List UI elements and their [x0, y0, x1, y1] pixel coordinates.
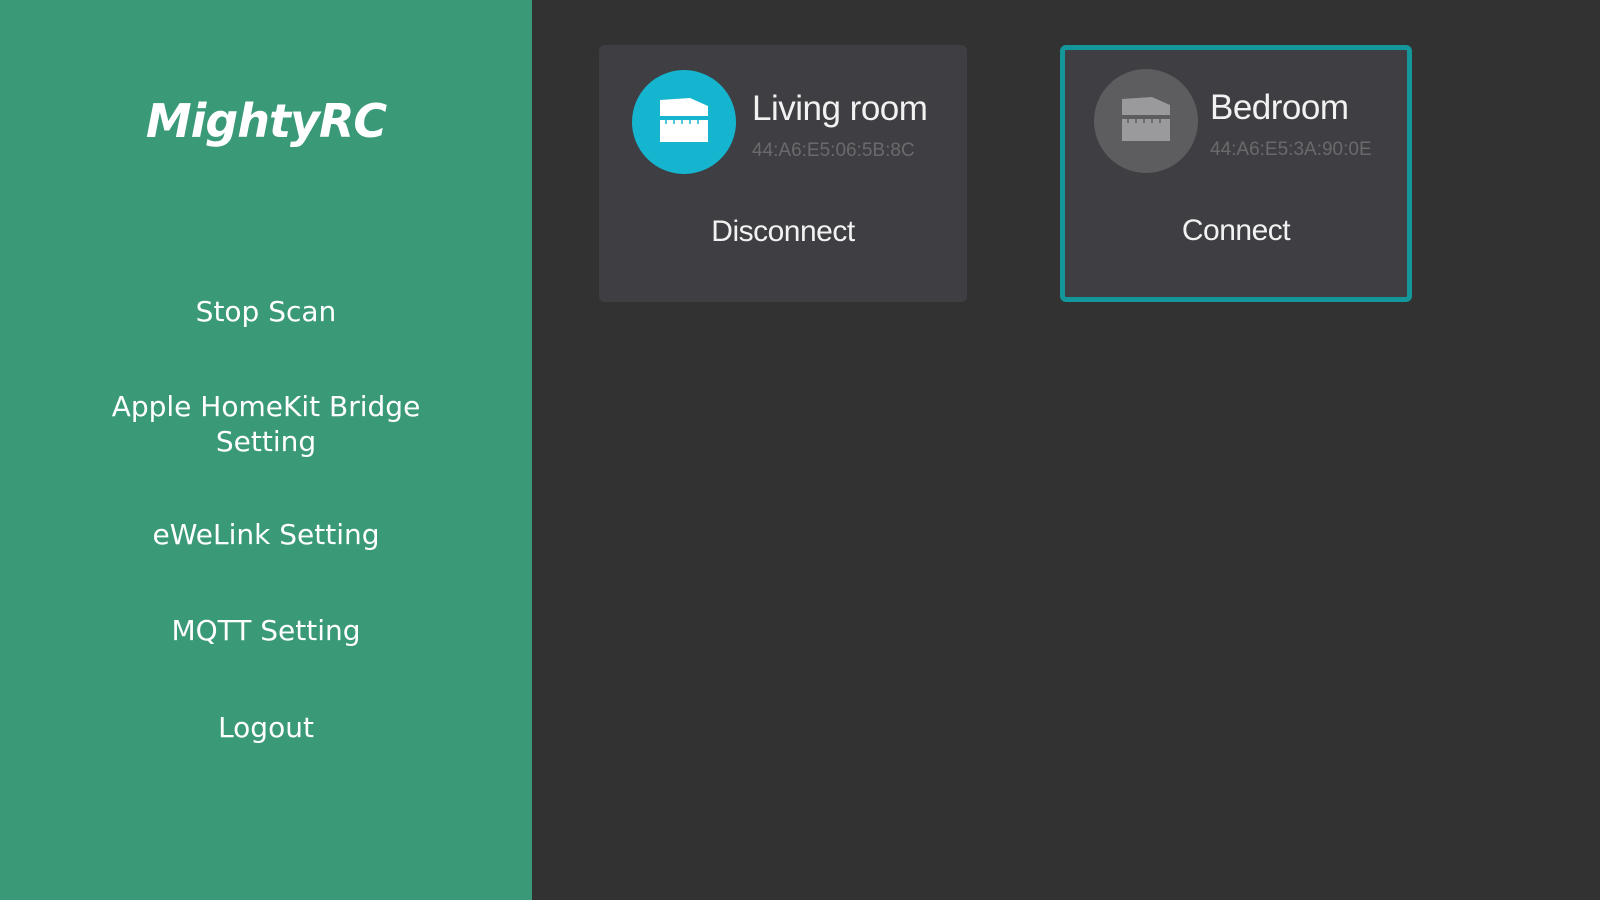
device-mac-address: 44:A6:E5:06:5B:8C	[752, 140, 915, 161]
homekit-bridge-setting-button[interactable]: Apple HomeKit Bridge Setting	[0, 389, 532, 459]
homekit-label-line1: Apple HomeKit Bridge	[111, 390, 421, 423]
mqtt-setting-button[interactable]: MQTT Setting	[0, 613, 532, 648]
logout-button[interactable]: Logout	[0, 710, 532, 745]
disconnect-button[interactable]: Disconnect	[599, 215, 967, 249]
ewelink-setting-button[interactable]: eWeLink Setting	[0, 517, 532, 552]
device-card-living-room[interactable]: Living room 44:A6:E5:06:5B:8C Disconnect	[599, 45, 967, 302]
device-avatar	[632, 70, 736, 174]
blinds-icon	[660, 98, 708, 142]
app-logo: MightyRC	[145, 94, 387, 148]
stop-scan-button[interactable]: Stop Scan	[0, 294, 532, 329]
sidebar: MightyRC Stop Scan Apple HomeKit Bridge …	[0, 0, 532, 900]
homekit-label-line2: Setting	[215, 425, 317, 458]
device-avatar	[1094, 69, 1198, 173]
device-name: Living room	[752, 89, 928, 128]
app-window: MightyRC Stop Scan Apple HomeKit Bridge …	[0, 0, 1600, 900]
device-name: Bedroom	[1210, 88, 1349, 127]
connect-button[interactable]: Connect	[1065, 214, 1407, 248]
device-card-bedroom[interactable]: Bedroom 44:A6:E5:3A:90:0E Connect	[1060, 45, 1412, 302]
device-mac-address: 44:A6:E5:3A:90:0E	[1210, 139, 1372, 160]
blinds-icon	[1122, 97, 1170, 141]
